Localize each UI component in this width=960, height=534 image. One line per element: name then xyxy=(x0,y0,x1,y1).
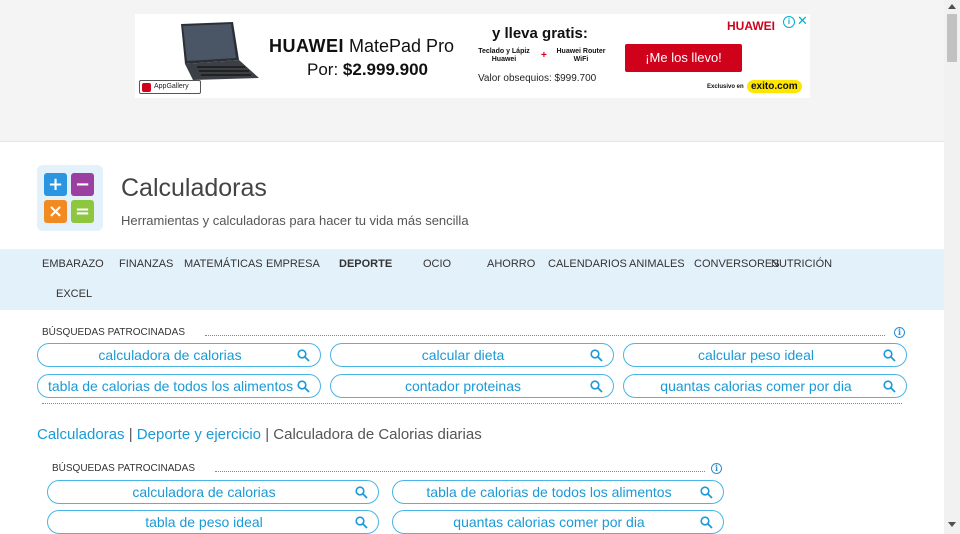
appgallery-badge: AppGallery xyxy=(139,80,201,94)
main-nav: EMBARAZO FINANZAS MATEMÁTICAS EMPRESA DE… xyxy=(0,249,944,310)
nav-item-ahorro[interactable]: AHORRO xyxy=(487,258,535,270)
search-icon xyxy=(590,380,603,393)
search-icon xyxy=(700,486,713,499)
search-icon xyxy=(883,349,896,362)
ad-cta-button[interactable]: ¡Me los llevo! xyxy=(625,44,742,72)
nav-item-animales[interactable]: ANIMALES xyxy=(629,258,685,270)
plus-icon: + xyxy=(44,173,67,196)
dotted-divider xyxy=(215,471,705,472)
sponsored-search-pill[interactable]: quantas calorias comer por dia xyxy=(623,374,907,398)
info-icon[interactable]: i xyxy=(894,327,905,338)
ad-product-name: HUAWEI MatePad Pro xyxy=(269,36,455,56)
scroll-up-arrow-icon[interactable] xyxy=(948,4,956,9)
adchoices-icon[interactable]: i xyxy=(783,16,795,28)
main-content: + − × = Calculadoras Herramientas y calc… xyxy=(0,142,944,534)
search-icon xyxy=(297,349,310,362)
site-title[interactable]: Calculadoras xyxy=(121,174,267,203)
search-icon xyxy=(700,516,713,529)
sponsored-search-pill[interactable]: calculadora de calorias xyxy=(47,480,379,504)
sponsored-search-pill[interactable]: calculadora de calorias xyxy=(37,343,321,367)
ad-gift-item-1: Teclado y Lápiz Huawei xyxy=(478,48,530,63)
site-logo[interactable]: + − × = xyxy=(37,165,103,231)
nav-item-ocio[interactable]: OCIO xyxy=(423,258,451,270)
dotted-divider xyxy=(42,403,902,404)
nav-item-nutricion[interactable]: NUTRICIÓN xyxy=(771,258,832,270)
sponsored-search-pill[interactable]: tabla de calorias de todos los alimentos xyxy=(392,480,724,504)
sponsored-search-pill[interactable]: calcular dieta xyxy=(330,343,614,367)
sponsored-search-pill[interactable]: tabla de calorias de todos los alimentos xyxy=(37,374,321,398)
ad-banner[interactable]: AppGallery HUAWEI MatePad Pro Por: $2.99… xyxy=(135,14,810,98)
dotted-divider xyxy=(205,335,885,336)
breadcrumb-home-link[interactable]: Calculadoras xyxy=(37,426,125,443)
times-icon: × xyxy=(44,200,67,223)
sponsored-search-pill[interactable]: contador proteinas xyxy=(330,374,614,398)
retailer-logo: exito.com xyxy=(747,80,802,93)
ad-gift-value: Valor obsequios: $999.700 xyxy=(478,73,597,84)
sponsored-search-pill[interactable]: calcular peso ideal xyxy=(623,343,907,367)
info-icon[interactable]: i xyxy=(711,463,722,474)
sponsored-search-pill[interactable]: quantas calorias comer por dia xyxy=(392,510,724,534)
nav-item-deporte[interactable]: DEPORTE xyxy=(339,258,392,270)
huawei-logo: HUAWEI xyxy=(727,19,775,33)
ad-gift-item-2: Huawei Router WiFi xyxy=(556,48,606,63)
ad-gift-title: y lleva gratis: xyxy=(492,25,588,42)
minus-icon: − xyxy=(71,173,94,196)
breadcrumb-category-link[interactable]: Deporte y ejercicio xyxy=(137,426,261,443)
nav-item-finanzas[interactable]: FINANZAS xyxy=(119,258,173,270)
search-icon xyxy=(355,516,368,529)
vertical-scrollbar[interactable] xyxy=(944,0,960,534)
ad-area: AppGallery HUAWEI MatePad Pro Por: $2.99… xyxy=(0,0,944,142)
ad-price: Por: $2.999.900 xyxy=(307,60,429,79)
site-tagline: Herramientas y calculadoras para hacer t… xyxy=(121,213,469,228)
nav-item-calendarios[interactable]: CALENDARIOS xyxy=(548,258,627,270)
ad-exclusive-text: Exclusivo en xyxy=(707,84,744,90)
search-icon xyxy=(297,380,310,393)
search-icon xyxy=(883,380,896,393)
appgallery-icon xyxy=(142,83,151,92)
equals-icon: = xyxy=(71,200,94,223)
close-icon[interactable]: ✕ xyxy=(797,14,808,28)
scroll-down-arrow-icon[interactable] xyxy=(948,522,956,527)
breadcrumb-separator: | xyxy=(265,426,270,443)
sponsored-label: BÚSQUEDAS PATROCINADAS xyxy=(42,327,185,338)
breadcrumb-separator: | xyxy=(128,426,133,443)
ad-plus: + xyxy=(541,50,547,61)
sponsored-label: BÚSQUEDAS PATROCINADAS xyxy=(52,463,195,474)
nav-item-conversores[interactable]: CONVERSORES xyxy=(694,258,780,270)
search-icon xyxy=(355,486,368,499)
search-icon xyxy=(590,349,603,362)
scrollbar-thumb[interactable] xyxy=(947,14,957,62)
breadcrumb-current: Calculadora de Calorias diarias xyxy=(273,426,482,443)
tablet-keyboard-image xyxy=(181,22,259,80)
breadcrumb: Calculadoras | Deporte y ejercicio | Cal… xyxy=(37,426,482,443)
nav-item-embarazo[interactable]: EMBARAZO xyxy=(42,258,104,270)
nav-item-excel[interactable]: EXCEL xyxy=(56,288,92,300)
nav-item-empresa[interactable]: EMPRESA xyxy=(266,258,320,270)
nav-item-matematicas[interactable]: MATEMÁTICAS xyxy=(184,258,263,270)
sponsored-search-pill[interactable]: tabla de peso ideal xyxy=(47,510,379,534)
